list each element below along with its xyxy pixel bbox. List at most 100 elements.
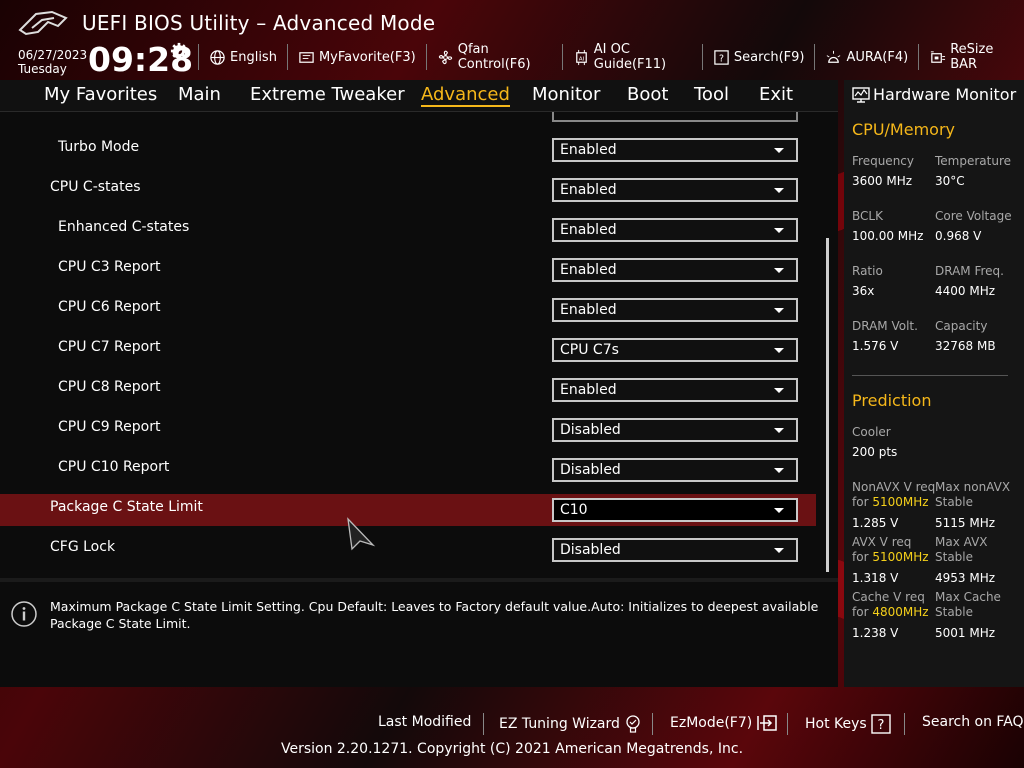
date-text: 06/27/2023 xyxy=(18,48,88,62)
tab-extreme-tweaker[interactable]: Extreme Tweaker xyxy=(250,84,405,105)
cpu-c8-report-dropdown[interactable]: Enabled xyxy=(552,378,798,402)
hw-value: 30°C xyxy=(935,174,965,188)
prediction-value: 1.238 V xyxy=(852,626,899,640)
setting-label: Turbo Mode xyxy=(58,139,140,155)
cfg-lock-dropdown[interactable]: Disabled xyxy=(552,538,798,562)
cpu-c9-report-dropdown[interactable]: Disabled xyxy=(552,418,798,442)
prediction-value: 1.285 V xyxy=(852,516,899,530)
package-c-state-limit-dropdown[interactable]: C10 xyxy=(552,498,798,522)
ai-oc-guide-label: AI OC Guide(F11) xyxy=(593,42,667,72)
cpu-c10-report-dropdown[interactable]: Disabled xyxy=(552,458,798,482)
hw-value: 1.576 V xyxy=(852,339,899,353)
globe-icon xyxy=(210,49,225,65)
aura-light-icon xyxy=(827,50,841,63)
prediction-max-label: Max AVX Stable xyxy=(935,535,988,565)
cpu-c7-report-dropdown[interactable]: CPU C7s xyxy=(552,338,798,362)
prediction-max-value: 5001 MHz xyxy=(935,626,996,640)
cpu-c6-report-dropdown[interactable]: Enabled xyxy=(552,298,798,322)
tab-exit[interactable]: Exit xyxy=(759,84,793,105)
cooler-label: Cooler xyxy=(852,425,891,439)
prediction-max-line2: Stable xyxy=(935,550,974,564)
caret-down-icon xyxy=(774,508,784,513)
prediction-for: for xyxy=(852,605,869,619)
hw-divider xyxy=(852,375,1008,376)
resize-bar-button[interactable]: ReSize BAR xyxy=(918,42,1024,72)
setting-turbo-mode[interactable]: Turbo Mode Enabled xyxy=(0,134,816,166)
setting-cpu-c7-report[interactable]: CPU C7 Report CPU C7s xyxy=(0,334,816,366)
enhanced-c-states-dropdown[interactable]: Enabled xyxy=(552,218,798,242)
setting-label: CPU C10 Report xyxy=(58,459,170,475)
setting-package-c-state-limit[interactable]: Package C State Limit C10 xyxy=(0,494,816,526)
hw-label: DRAM Freq. xyxy=(935,264,1004,278)
prediction-max-line1: Max nonAVX xyxy=(935,480,1011,494)
prediction-label-line1: AVX V req xyxy=(852,535,912,549)
setting-label: CPU C-states xyxy=(50,179,141,195)
setting-enhanced-c-states[interactable]: Enhanced C-states Enabled xyxy=(0,214,816,246)
resize-bar-icon xyxy=(931,50,946,63)
hw-value: 36x xyxy=(852,284,875,298)
exit-arrow-icon xyxy=(757,715,777,731)
cpu-c-states-dropdown[interactable]: Enabled xyxy=(552,178,798,202)
cpu-memory-section-title: CPU/Memory xyxy=(852,120,955,139)
tab-my-favorites[interactable]: My Favorites xyxy=(44,84,157,105)
tab-boot[interactable]: Boot xyxy=(627,84,668,105)
prediction-max-value: 4953 MHz xyxy=(935,571,996,585)
myfavorite-button[interactable]: MyFavorite(F3) xyxy=(286,44,426,70)
hardware-monitor-title: Hardware Monitor xyxy=(873,85,1017,104)
svg-text:?: ? xyxy=(877,718,884,733)
help-panel: Maximum Package C State Limit Setting. C… xyxy=(0,578,838,687)
partial-dropdown[interactable] xyxy=(552,112,798,122)
prediction-freq: 4800MHz xyxy=(872,605,929,619)
setting-cfg-lock[interactable]: CFG Lock Disabled xyxy=(0,534,816,566)
ez-mode-label: EzMode(F7) xyxy=(670,715,753,731)
setting-cpu-c3-report[interactable]: CPU C3 Report Enabled xyxy=(0,254,816,286)
tab-tool[interactable]: Tool xyxy=(694,84,729,105)
search-faq-button[interactable]: Search on FAQ xyxy=(922,714,1024,730)
footer-divider xyxy=(787,713,788,735)
ez-tuning-wizard-button[interactable]: EZ Tuning Wizard xyxy=(499,714,642,734)
turbo-mode-dropdown[interactable]: Enabled xyxy=(552,138,798,162)
caret-down-icon xyxy=(774,268,784,273)
language-label: English xyxy=(230,49,277,65)
dropdown-value: Enabled xyxy=(560,262,617,278)
prediction-label: NonAVX V req for 5100MHz xyxy=(852,480,935,510)
setting-cpu-c8-report[interactable]: CPU C8 Report Enabled xyxy=(0,374,816,406)
dropdown-value: Disabled xyxy=(560,462,621,478)
hot-keys-button[interactable]: Hot Keys ? xyxy=(805,714,891,734)
footer-divider xyxy=(652,713,653,735)
hw-label: BCLK xyxy=(852,209,883,223)
settings-scrollbar[interactable] xyxy=(826,238,829,572)
favorite-icon xyxy=(299,51,314,63)
resize-bar-label: ReSize BAR xyxy=(950,42,994,72)
caret-down-icon xyxy=(774,468,784,473)
setting-cpu-c10-report[interactable]: CPU C10 Report Disabled xyxy=(0,454,816,486)
language-button[interactable]: English xyxy=(198,44,287,70)
tab-monitor[interactable]: Monitor xyxy=(532,84,600,105)
search-button[interactable]: ? Search(F9) xyxy=(701,44,815,70)
qfan-control-button[interactable]: Qfan Control(F6) xyxy=(425,42,562,72)
dropdown-value: Enabled xyxy=(560,182,617,198)
cpu-c3-report-dropdown[interactable]: Enabled xyxy=(552,258,798,282)
prediction-max-line2: Stable xyxy=(935,495,974,509)
last-modified-button[interactable]: Last Modified xyxy=(378,714,471,730)
rog-logo-icon xyxy=(18,10,68,36)
header-bar: UEFI BIOS Utility – Advanced Mode 06/27/… xyxy=(0,0,1024,80)
cooler-value: 200 pts xyxy=(852,445,898,459)
dropdown-value: Enabled xyxy=(560,222,617,238)
date-display: 06/27/2023 Tuesday xyxy=(18,48,87,76)
tab-main[interactable]: Main xyxy=(178,84,221,105)
tab-advanced[interactable]: Advanced xyxy=(421,84,510,107)
setting-cpu-c9-report[interactable]: CPU C9 Report Disabled xyxy=(0,414,816,446)
prediction-label-line1: NonAVX V req xyxy=(852,480,936,494)
toolbar: English MyFavorite(F3) Qfan Control(F6) … xyxy=(198,42,1024,72)
dropdown-value: Enabled xyxy=(560,142,617,158)
setting-cpu-c6-report[interactable]: CPU C6 Report Enabled xyxy=(0,294,816,326)
prediction-label-line2: for 4800MHz xyxy=(852,605,929,620)
gear-icon[interactable] xyxy=(170,42,188,60)
ez-mode-button[interactable]: EzMode(F7) xyxy=(670,714,778,732)
setting-label: Enhanced C-states xyxy=(58,219,190,235)
aura-button[interactable]: AURA(F4) xyxy=(814,44,918,70)
ai-oc-guide-button[interactable]: AI AI OC Guide(F11) xyxy=(561,42,702,72)
aura-label: AURA(F4) xyxy=(846,49,909,65)
setting-cpu-c-states[interactable]: CPU C-states Enabled xyxy=(0,174,816,206)
